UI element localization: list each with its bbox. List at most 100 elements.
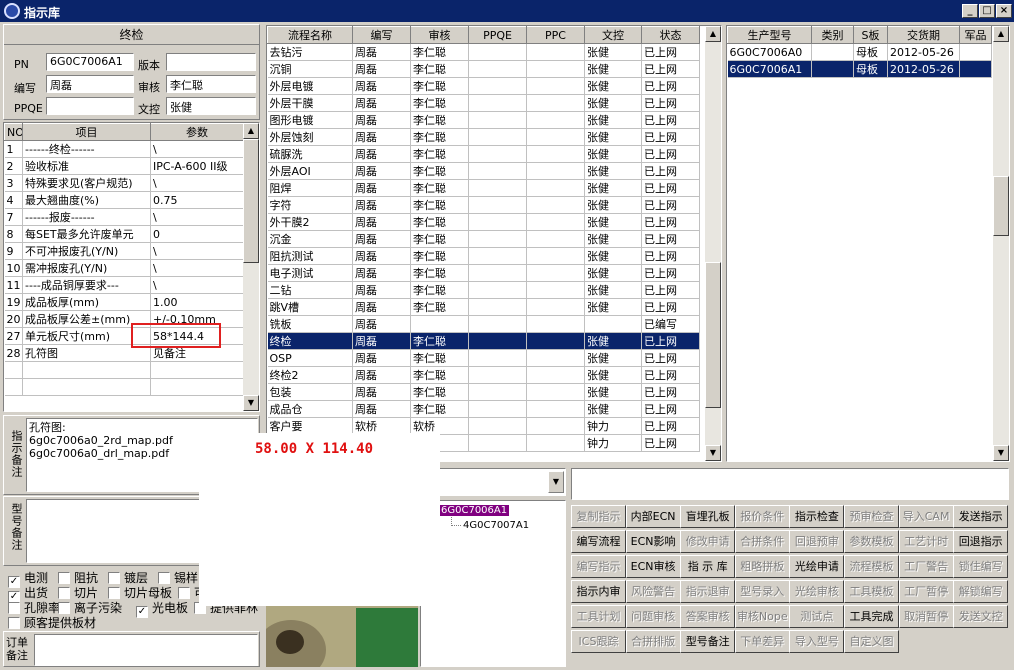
scroll-up-icon[interactable]: ▲ [993, 26, 1009, 42]
table-row[interactable]: 电子测试 周磊 李仁聪 张健 已上网 [267, 264, 700, 282]
action-button[interactable]: 解锁编写 [953, 580, 1009, 603]
action-button[interactable]: 编写流程 [571, 530, 626, 553]
action-button[interactable]: 工具计划 [571, 605, 626, 628]
action-button[interactable]: 风险警告 [625, 580, 681, 603]
checkbox-box[interactable] [108, 572, 120, 584]
action-button[interactable]: 盲埋孔板 [680, 505, 736, 528]
action-button[interactable]: 工厂警告 [898, 555, 954, 578]
table-row[interactable]: 外干膜2 周磊 李仁聪 张健 已上网 [267, 213, 700, 231]
scroll-down-icon[interactable]: ▼ [705, 445, 721, 461]
checkbox-box[interactable] [108, 587, 120, 599]
action-button[interactable]: 自定义图 [844, 630, 899, 653]
table-row[interactable]: 6G0C7006A0 母板 2012-05-26 [727, 43, 992, 61]
table-row[interactable]: 8 每SET最多允许废单元 0 [4, 225, 244, 243]
process-scrollbar[interactable]: ▲ ▼ [705, 26, 721, 461]
action-button[interactable]: 工厂暂停 [898, 580, 954, 603]
scroll-down-icon[interactable]: ▼ [243, 395, 259, 411]
writer-field[interactable]: 周磊 [46, 75, 134, 93]
review-field[interactable]: 李仁聪 [166, 75, 256, 93]
action-button[interactable]: 指示内审 [571, 580, 626, 603]
table-row[interactable]: 19 成品板厚(mm) 1.00 [4, 293, 244, 311]
table-row[interactable]: 二钻 周磊 李仁聪 张健 已上网 [267, 281, 700, 299]
action-button[interactable]: 预审检查 [844, 505, 899, 528]
action-button[interactable]: 测试点 [789, 605, 845, 628]
table-row[interactable]: 终检 周磊 李仁聪 张健 已上网 [267, 332, 700, 350]
pn-field[interactable]: 6G0C7006A1 [46, 53, 134, 71]
action-button[interactable]: 流程模板 [844, 555, 899, 578]
action-button[interactable]: 参数模板 [844, 530, 899, 553]
model-tree[interactable]: 6G0C7006A1 4G0C7007A1 [420, 500, 566, 667]
table-row[interactable]: 客户要 软桥 软桥 钟力 已上网 [267, 417, 700, 435]
action-button[interactable]: 发送文控 [953, 605, 1009, 628]
version-field[interactable] [166, 53, 256, 71]
action-button[interactable]: 回退预审 [789, 530, 845, 553]
scroll-up-icon[interactable]: ▲ [705, 26, 721, 42]
ppqe-field[interactable] [46, 97, 134, 115]
table-row[interactable]: 铣板 周磊 已编写 [267, 315, 700, 333]
table-row[interactable]: 6G0C7006A1 母板 2012-05-26 [727, 60, 992, 78]
table-row[interactable]: 外层蚀刻 周磊 李仁聪 张健 已上网 [267, 128, 700, 146]
table-row[interactable]: 跳V槽 周磊 李仁聪 张健 已上网 [267, 298, 700, 316]
table-row[interactable]: 沉金 周磊 李仁聪 张健 已上网 [267, 230, 700, 248]
checkbox-box[interactable] [58, 587, 70, 599]
models-scrollbar[interactable]: ▲ ▼ [993, 26, 1009, 461]
tree-child-node[interactable]: 4G0C7007A1 [463, 520, 529, 531]
search-input[interactable] [571, 468, 1009, 500]
minimize-button[interactable]: _ [962, 4, 978, 18]
checkbox-box[interactable] [158, 572, 170, 584]
action-button[interactable]: 下单差异 [734, 630, 790, 653]
scroll-thumb[interactable] [705, 262, 721, 408]
table-row[interactable]: 11 ----成品铜厚要求--- \ [4, 276, 244, 294]
table-row[interactable]: 外层AOI 周磊 李仁聪 张健 已上网 [267, 162, 700, 180]
action-button[interactable]: 复制指示 [571, 505, 626, 528]
table-row[interactable]: 包装 周磊 李仁聪 张健 已上网 [267, 383, 700, 401]
action-button[interactable]: 指示检查 [789, 505, 845, 528]
table-row[interactable]: 阻焊 周磊 李仁聪 张健 已上网 [267, 179, 700, 197]
scroll-thumb[interactable] [243, 139, 259, 263]
action-button[interactable]: 发送指示 [953, 505, 1009, 528]
table-row[interactable]: 2 验收标准 IPC-A-600 II级 [4, 157, 244, 175]
action-button[interactable]: 合拼条件 [734, 530, 790, 553]
checkbox-box[interactable] [58, 572, 70, 584]
table-row[interactable]: 外层干膜 周磊 李仁聪 张健 已上网 [267, 94, 700, 112]
action-button[interactable]: 回退指示 [953, 530, 1009, 553]
action-button[interactable]: 光绘申请 [789, 555, 845, 578]
maximize-button[interactable]: □ [979, 4, 995, 18]
params-grid[interactable]: NO 项目 参数 1 ------终检------ \ 2 验收标准 IPC-A-600 II… [3, 122, 260, 412]
order-notes-text[interactable] [34, 634, 258, 666]
table-row[interactable]: 9 不可冲报废孔(Y/N) \ [4, 242, 244, 260]
action-button[interactable]: 型号备注 [680, 630, 736, 653]
table-row[interactable]: 沉铜 周磊 李仁聪 张健 已上网 [267, 60, 700, 78]
action-button[interactable]: 答案审核 [680, 605, 736, 628]
params-scrollbar[interactable]: ▲ ▼ [243, 123, 259, 411]
action-button[interactable]: 审核Nope [734, 605, 790, 628]
action-button[interactable]: 工艺计时 [898, 530, 954, 553]
action-button[interactable]: 粗略拼板 [734, 555, 790, 578]
action-button[interactable]: 合拼排版 [625, 630, 681, 653]
action-button[interactable]: ICS跟踪 [571, 630, 626, 653]
action-button[interactable]: 编写指示 [571, 555, 626, 578]
action-button[interactable]: 光绘审核 [789, 580, 845, 603]
tree-root-node[interactable]: 6G0C7006A1 [439, 505, 510, 516]
scroll-thumb[interactable] [993, 176, 1009, 236]
action-button[interactable]: ECN审核 [625, 555, 681, 578]
table-row[interactable]: 外层电镀 周磊 李仁聪 张健 已上网 [267, 77, 700, 95]
checkbox-box[interactable] [8, 602, 20, 614]
table-row[interactable]: 1 ------终检------ \ [4, 140, 244, 158]
scroll-up-icon[interactable]: ▲ [243, 123, 259, 139]
checkbox-box[interactable] [58, 602, 70, 614]
action-button[interactable]: 内部ECN [625, 505, 681, 528]
process-grid[interactable]: 流程名称 编写 审核 PPQE PPC 文控 状态 去钻污 周磊 李仁聪 张健 已上网 沉铜 周磊 李仁聪… [266, 25, 722, 462]
action-button[interactable]: ECN影响 [625, 530, 681, 553]
action-button[interactable]: 指 示 库 [680, 555, 736, 578]
chevron-down-icon[interactable]: ▼ [548, 471, 564, 493]
action-button[interactable]: 问题审核 [625, 605, 681, 628]
action-button[interactable]: 取消暂停 [898, 605, 954, 628]
action-button[interactable]: 指示退审 [680, 580, 736, 603]
action-button[interactable]: 导入CAM [898, 505, 954, 528]
action-button[interactable]: 导入型号 [789, 630, 845, 653]
models-grid[interactable]: 生产型号 类别 S板 交货期 军品 6G0C7006A0 母板 2012-05-26 6G0C… [726, 25, 1010, 462]
table-row[interactable]: 7 ------报废------ \ [4, 208, 244, 226]
action-button[interactable]: 工具完成 [844, 605, 899, 628]
table-row[interactable]: 3 特殊要求见(客户规范) \ [4, 174, 244, 192]
